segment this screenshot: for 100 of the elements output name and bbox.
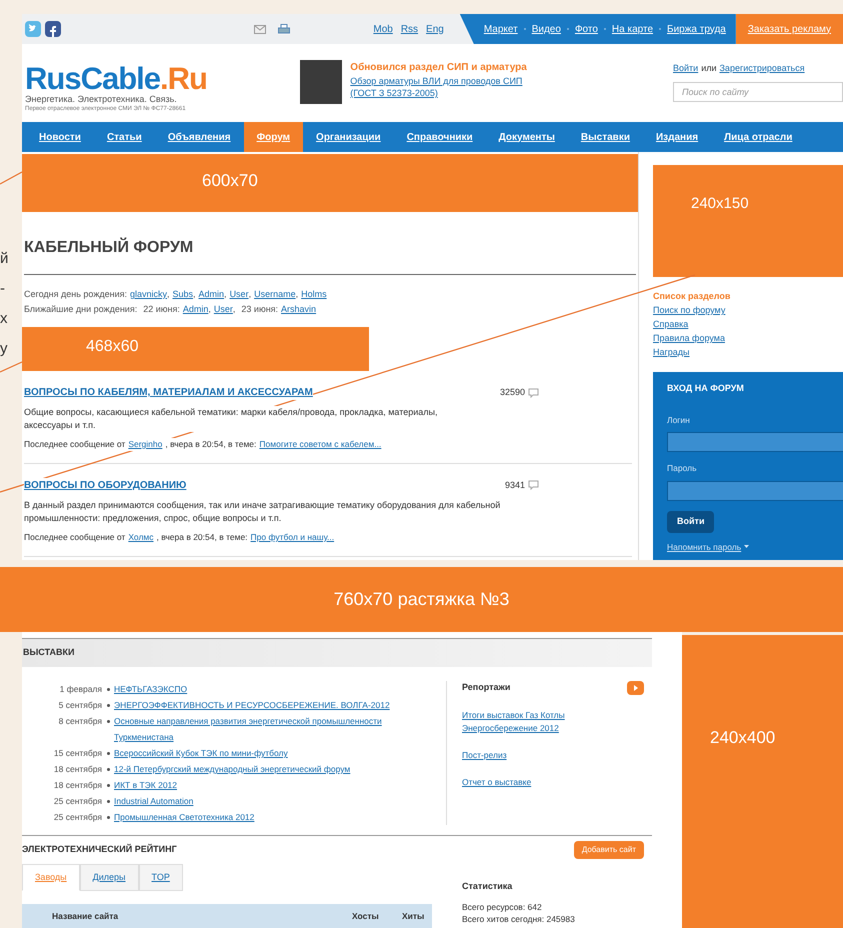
photo-placeholder bbox=[300, 60, 342, 104]
event-link[interactable]: ИКТ в ТЭК 2012 bbox=[114, 777, 414, 793]
event-date: 25 сентября bbox=[52, 811, 102, 824]
search-field[interactable]: Поиск по сайту bbox=[673, 82, 843, 102]
birthday-label: Ближайшие дни рождения: bbox=[24, 303, 138, 316]
login-field[interactable] bbox=[667, 432, 843, 452]
leader-line bbox=[0, 171, 22, 185]
service-link[interactable]: Видео bbox=[532, 22, 561, 36]
user-link[interactable]: User bbox=[230, 287, 249, 302]
event-link[interactable]: Industrial Automation bbox=[114, 793, 414, 809]
version-link[interactable]: Eng bbox=[426, 22, 444, 36]
login-link[interactable]: Войти bbox=[673, 62, 698, 76]
last-post-label: Последнее сообщение от bbox=[24, 438, 126, 451]
column-header: Хосты bbox=[352, 910, 380, 922]
event-link[interactable]: 12-й Петербургский международный энергетический форум bbox=[114, 761, 414, 777]
caret-icon bbox=[744, 545, 750, 548]
tagline: Энергетика. Электротехника. Связь. bbox=[25, 94, 178, 105]
margin-text-fragment: - bbox=[0, 280, 5, 298]
nav-tab[interactable]: Документы bbox=[486, 122, 568, 152]
topic-link[interactable]: Про футбол и нашу... bbox=[250, 530, 334, 544]
printer-icon[interactable] bbox=[278, 24, 290, 34]
version-link[interactable]: Mob bbox=[373, 22, 393, 36]
nav-tab[interactable]: Объявления bbox=[154, 122, 244, 152]
section-title: ВЫСТАВКИ bbox=[22, 646, 74, 660]
event-link[interactable]: НЕФТЬГАЗЭКСПО bbox=[114, 681, 414, 697]
event-link[interactable]: Промышленная Светотехника 2012 bbox=[114, 809, 414, 825]
or-text: или bbox=[701, 62, 716, 75]
service-link[interactable]: Фото bbox=[574, 22, 598, 36]
event-date: 8 сентября bbox=[58, 715, 102, 728]
remind-password-link[interactable]: Напомнить пароль bbox=[667, 540, 742, 554]
service-link[interactable]: На карте bbox=[612, 22, 654, 36]
service-link[interactable]: Маркет bbox=[484, 22, 518, 36]
last-post-time: , вчера в 20:54, в теме: bbox=[165, 438, 256, 451]
rating-tab[interactable]: Дилеры bbox=[80, 864, 139, 891]
nav-tab[interactable]: Лица отрасли bbox=[711, 122, 806, 152]
comma: , bbox=[166, 288, 170, 301]
post-count: 32590 bbox=[500, 386, 525, 399]
nav-tab[interactable]: Статьи bbox=[94, 122, 155, 152]
sidebar-link[interactable]: Правила форума bbox=[653, 332, 843, 344]
birthday-label: Сегодня день рождения: bbox=[24, 288, 127, 301]
last-post-time: , вчера в 20:54, в теме: bbox=[156, 530, 248, 544]
stats-line: Всего хитов сегодня: 245983 bbox=[462, 913, 575, 925]
report-link[interactable]: Отчет о выставке bbox=[462, 776, 592, 789]
event-link[interactable]: ЭНЕРГОЭФФЕКТИВНОСТЬ И РЕСУРСОСБЕРЕЖЕНИЕ. ВОЛГА-2012 bbox=[114, 697, 414, 713]
section-title-link[interactable]: ВОПРОСЫ ПО ОБОРУДОВАНИЮ bbox=[24, 478, 186, 493]
event-link[interactable]: Основные направления развития энергетической промышленности Туркменистана bbox=[114, 713, 414, 745]
author-link[interactable]: Serginho bbox=[128, 438, 162, 451]
comma: , bbox=[193, 288, 196, 301]
field-label: Пароль bbox=[667, 462, 698, 475]
event-link[interactable]: Всероссийский Кубок ТЭК по мини-футболу bbox=[114, 745, 414, 761]
speech-bubble-icon bbox=[528, 480, 539, 490]
sidebar-link[interactable]: Справка bbox=[653, 318, 843, 330]
password-field[interactable] bbox=[667, 481, 843, 501]
site-logo[interactable]: RusCable.Ru bbox=[25, 64, 300, 94]
report-link[interactable]: Итоги выставок Газ Котлы Энергосбережение 2012 bbox=[462, 709, 592, 735]
comma: , bbox=[296, 288, 298, 301]
stats-title: Статистика bbox=[462, 880, 514, 892]
event-date: 18 сентября bbox=[52, 779, 102, 792]
comma: , bbox=[208, 303, 211, 316]
news-link[interactable]: Обзор арматуры ВЛИ для проводов СИП (ГОСТ З 52373-2005) bbox=[350, 75, 550, 99]
forum-title: КАБЕЛЬНЫЙ ФОРУМ bbox=[24, 236, 194, 258]
version-link[interactable]: Rss bbox=[400, 22, 418, 36]
speech-bubble-icon bbox=[528, 388, 539, 398]
topic-link[interactable]: Помогите советом с кабелем... bbox=[259, 438, 382, 451]
event-date: 25 сентября bbox=[52, 795, 102, 808]
user-link[interactable]: Arshavin bbox=[281, 302, 316, 317]
service-link[interactable]: Биржа труда bbox=[667, 22, 726, 36]
rating-tab[interactable]: Заводы bbox=[22, 864, 80, 891]
comma: , bbox=[224, 288, 227, 301]
nav-tab[interactable]: Выставки bbox=[568, 122, 643, 152]
login-button[interactable]: Войти bbox=[667, 511, 714, 532]
section-title-link[interactable]: ВОПРОСЫ ПО КАБЕЛЯМ, МАТЕРИАЛАМ И АКСЕССУАРАМ bbox=[24, 385, 313, 400]
margin-text-fragment: х bbox=[0, 310, 8, 328]
login-panel-title: ВХОД НА ФОРУМ bbox=[667, 382, 745, 395]
nav-tab[interactable]: Справочники bbox=[394, 122, 486, 152]
play-button[interactable] bbox=[627, 681, 644, 695]
margin-text-fragment: й bbox=[0, 250, 8, 268]
event-date: 5 сентября bbox=[58, 699, 102, 712]
user-link[interactable]: Username bbox=[254, 287, 296, 302]
report-link[interactable]: Пост-релиз bbox=[462, 749, 592, 762]
sidebar-link[interactable]: Награды bbox=[653, 346, 843, 358]
birthday-date: 22 июня: bbox=[143, 303, 180, 316]
rating-tab[interactable]: TOP bbox=[138, 864, 183, 891]
nav-tab[interactable]: Издания bbox=[642, 122, 712, 152]
comma: , bbox=[248, 288, 252, 301]
user-link[interactable]: Holms bbox=[301, 287, 327, 302]
sidebar-link[interactable]: Поиск по форуму bbox=[653, 304, 843, 316]
envelope-icon[interactable] bbox=[254, 24, 266, 34]
user-link[interactable]: User bbox=[214, 302, 233, 317]
author-link[interactable]: Холмс bbox=[128, 530, 154, 544]
nav-tab[interactable]: Новости bbox=[26, 122, 94, 152]
margin-text-fragment: у bbox=[0, 340, 8, 358]
user-link[interactable]: Subs bbox=[172, 287, 194, 302]
facebook-icon[interactable] bbox=[45, 21, 61, 37]
event-date: 15 сентября bbox=[52, 747, 102, 760]
user-link[interactable]: Admin bbox=[182, 302, 208, 317]
nav-tab[interactable]: Организации bbox=[303, 122, 394, 152]
user-link[interactable]: Admin bbox=[198, 287, 224, 302]
user-link[interactable]: glavnicky bbox=[130, 287, 167, 302]
register-link[interactable]: Зарегистрироваться bbox=[720, 62, 805, 76]
